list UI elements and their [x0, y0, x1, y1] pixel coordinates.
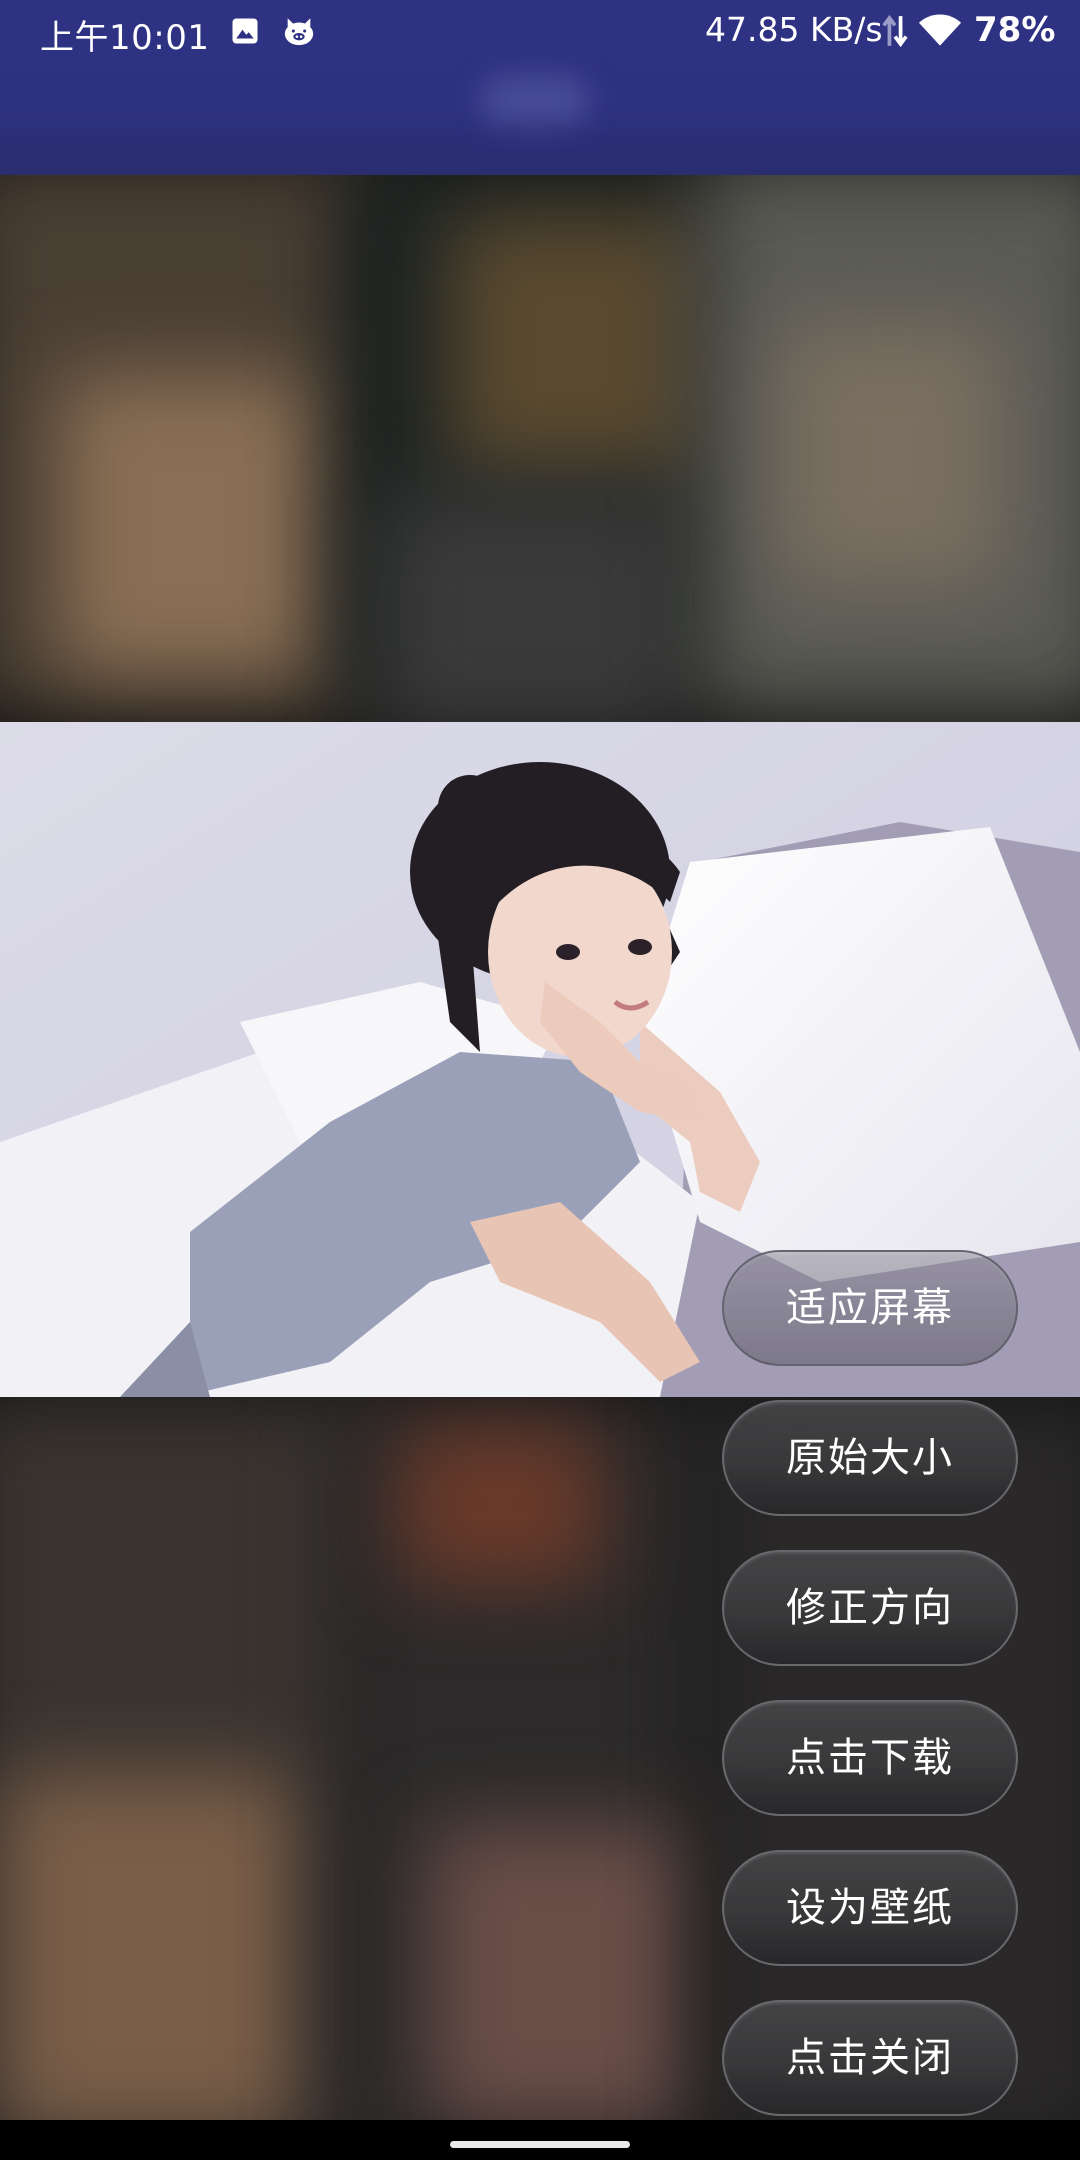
battery-level: 78%	[974, 10, 1056, 50]
close-button[interactable]: 点击关闭	[722, 2000, 1018, 2116]
blur-tile	[780, 325, 1000, 585]
blur-tile	[430, 1825, 690, 2120]
blur-tile	[0, 1775, 300, 2120]
blur-tile	[450, 215, 700, 475]
data-updown-icon	[882, 14, 908, 48]
blur-tile	[380, 495, 680, 735]
original-size-button[interactable]: 原始大小	[722, 1400, 1018, 1516]
pig-icon	[284, 18, 314, 46]
wifi-icon	[918, 14, 962, 46]
fix-orientation-button[interactable]: 修正方向	[722, 1550, 1018, 1666]
network-speed: 47.85 KB/s	[705, 10, 883, 49]
navigation-bar	[0, 2120, 1080, 2160]
app-bar: 上午10:01 47.85 KB/s 78%	[0, 0, 1080, 175]
status-bar: 上午10:01 47.85 KB/s 78%	[0, 0, 1080, 62]
image-icon	[232, 18, 258, 44]
set-wallpaper-button[interactable]: 设为壁纸	[722, 1850, 1018, 1966]
blur-tile	[60, 375, 320, 675]
gesture-handle[interactable]	[450, 2141, 630, 2148]
status-time: 上午10:01	[40, 18, 210, 58]
image-viewer-screen: 上午10:01 47.85 KB/s 78% 适应屏幕 原始大小 修正方向 点击…	[0, 0, 1080, 2160]
app-bar-title-blur	[480, 75, 590, 125]
fit-screen-button[interactable]: 适应屏幕	[722, 1250, 1018, 1366]
blur-tile	[400, 1425, 600, 1585]
download-button[interactable]: 点击下载	[722, 1700, 1018, 1816]
